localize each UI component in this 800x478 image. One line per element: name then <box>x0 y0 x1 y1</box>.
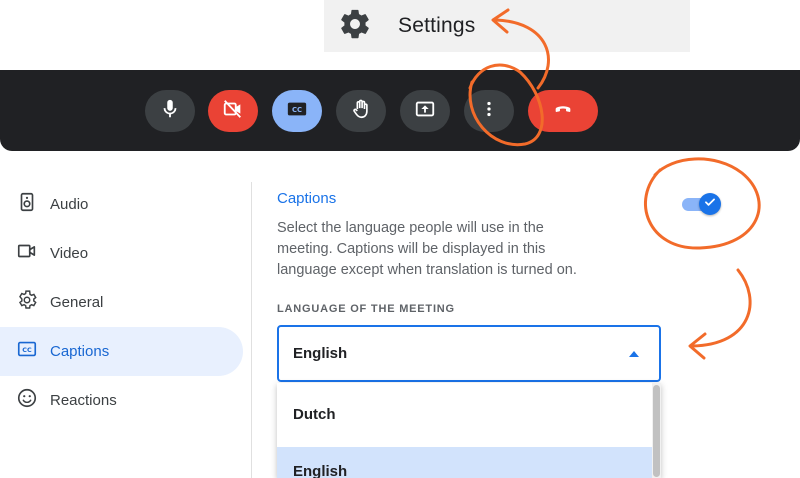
sidebar-item-label: Video <box>50 245 89 262</box>
language-option-english[interactable]: English <box>277 447 661 478</box>
present-icon <box>414 98 436 125</box>
sidebar-item-label: Captions <box>50 343 110 360</box>
sidebar-item-general[interactable]: General <box>0 278 243 327</box>
speaker-icon <box>16 191 38 218</box>
annotation-arrow-select <box>690 268 752 348</box>
gear-icon <box>16 289 38 316</box>
present-button[interactable] <box>400 90 450 132</box>
sidebar-item-label: Audio <box>50 196 89 213</box>
sidebar-item-video[interactable]: Video <box>0 229 243 278</box>
settings-label: Settings <box>398 14 476 37</box>
settings-menu-item[interactable]: Settings <box>324 0 690 52</box>
cc-icon: CC <box>16 338 38 365</box>
scrollbar-thumb[interactable] <box>653 385 660 477</box>
toggle-thumb <box>699 193 721 215</box>
sidebar-item-audio[interactable]: Audio <box>0 180 243 229</box>
caret-up-icon <box>629 351 639 357</box>
sidebar-item-reactions[interactable]: Reactions <box>0 376 243 425</box>
captions-button[interactable]: CC <box>272 90 322 132</box>
call-control-bar: CC <box>0 70 800 151</box>
language-select[interactable]: English <box>277 325 661 382</box>
language-option-dutch[interactable]: Dutch <box>277 390 661 439</box>
sidebar-divider <box>251 182 252 478</box>
camera-off-icon <box>222 98 244 125</box>
phone-hangup-icon <box>552 98 574 125</box>
language-select-value: English <box>293 345 348 362</box>
mic-button[interactable] <box>145 90 195 132</box>
captions-title: Captions <box>277 190 337 207</box>
more-vert-icon <box>478 98 500 125</box>
sidebar-item-label: Reactions <box>50 392 117 409</box>
videocam-icon <box>16 240 38 267</box>
settings-sidebar: Audio Video General CC Captions Reaction… <box>0 180 250 425</box>
sidebar-item-label: General <box>50 294 104 311</box>
svg-text:CC: CC <box>22 346 32 354</box>
captions-toggle[interactable] <box>682 193 722 215</box>
check-icon <box>703 195 717 214</box>
captions-description: Select the language people will use in t… <box>277 220 577 278</box>
sidebar-item-captions[interactable]: CC Captions <box>0 327 243 376</box>
end-call-button[interactable] <box>528 90 598 132</box>
dropdown-scrollbar[interactable] <box>652 383 661 478</box>
cc-icon: CC <box>286 98 308 125</box>
hand-icon <box>350 98 372 125</box>
camera-off-button[interactable] <box>208 90 258 132</box>
more-options-button[interactable] <box>464 90 514 132</box>
language-dropdown: Dutch English <box>277 383 661 478</box>
gear-icon <box>338 7 372 46</box>
microphone-icon <box>159 98 181 125</box>
language-field-label: LANGUAGE OF THE MEETING <box>277 303 455 315</box>
raise-hand-button[interactable] <box>336 90 386 132</box>
svg-text:CC: CC <box>292 106 302 114</box>
smiley-icon <box>16 387 38 414</box>
